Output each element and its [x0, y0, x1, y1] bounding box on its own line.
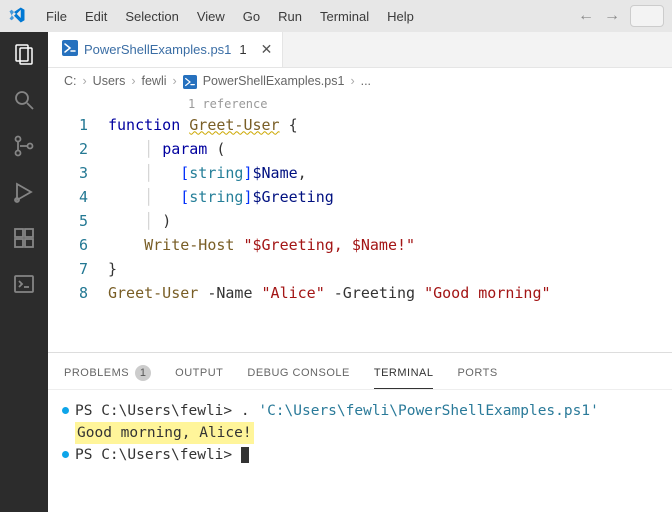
breadcrumb[interactable]: C:› Users› fewli› PowerShellExamples.ps1… [48, 68, 672, 95]
menu-file[interactable]: File [38, 5, 75, 28]
menu-terminal[interactable]: Terminal [312, 5, 377, 28]
tab-debug-console[interactable]: DEBUG CONSOLE [247, 361, 349, 389]
crumb-file[interactable]: PowerShellExamples.ps1 [203, 74, 345, 88]
menu-edit[interactable]: Edit [77, 5, 115, 28]
run-debug-icon[interactable] [12, 180, 36, 204]
command-center[interactable] [630, 5, 664, 27]
nav-forward-icon[interactable]: → [604, 7, 620, 25]
line-number: 3 [48, 161, 108, 185]
close-icon[interactable]: ✕ [261, 41, 273, 58]
menu-help[interactable]: Help [379, 5, 422, 28]
tab-ports[interactable]: PORTS [457, 361, 497, 389]
menu-selection[interactable]: Selection [117, 5, 186, 28]
menu-run[interactable]: Run [270, 5, 310, 28]
cursor-icon [241, 447, 249, 463]
prompt-indicator-icon [62, 407, 69, 414]
explorer-icon[interactable] [12, 42, 36, 66]
line-number: 7 [48, 257, 108, 281]
menu-go[interactable]: Go [235, 5, 268, 28]
line-number: 5 [48, 209, 108, 233]
panel-tabs: PROBLEMS1 OUTPUT DEBUG CONSOLE TERMINAL … [48, 353, 672, 390]
terminal[interactable]: PS C:\Users\fewli> . 'C:\Users\fewli\Pow… [48, 390, 672, 512]
crumb-more[interactable]: ... [361, 74, 371, 88]
terminal-panel-icon[interactable] [12, 272, 36, 296]
activity-bar [0, 32, 48, 512]
line-number: 6 [48, 233, 108, 257]
crumb-drive[interactable]: C: [64, 74, 77, 88]
codelens-references[interactable]: 1 reference [48, 95, 672, 113]
search-icon[interactable] [12, 88, 36, 112]
source-control-icon[interactable] [12, 134, 36, 158]
bottom-panel: PROBLEMS1 OUTPUT DEBUG CONSOLE TERMINAL … [48, 352, 672, 512]
crumb-user[interactable]: fewli [142, 74, 167, 88]
powershell-file-icon [62, 40, 78, 59]
vscode-logo-icon [8, 6, 26, 27]
prompt-indicator-icon [62, 451, 69, 458]
tab-terminal[interactable]: TERMINAL [374, 361, 434, 389]
tab-output[interactable]: OUTPUT [175, 361, 223, 389]
terminal-output: Good morning, Alice! [75, 422, 254, 444]
line-number: 2 [48, 137, 108, 161]
tab-label: PowerShellExamples.ps1 [84, 42, 231, 57]
menu-view[interactable]: View [189, 5, 233, 28]
extensions-icon[interactable] [12, 226, 36, 250]
line-number: 4 [48, 185, 108, 209]
nav-back-icon[interactable]: ← [578, 7, 594, 25]
code-editor[interactable]: 1 reference 1function Greet-User { 2 │ p… [48, 95, 672, 352]
menu-bar: File Edit Selection View Go Run Terminal… [38, 5, 422, 28]
tab-problems[interactable]: PROBLEMS1 [64, 361, 151, 389]
title-bar: File Edit Selection View Go Run Terminal… [0, 0, 672, 32]
line-number: 1 [48, 113, 108, 137]
powershell-file-icon [183, 74, 197, 89]
tab-dirty-indicator: 1 [239, 42, 246, 57]
editor-tabs: PowerShellExamples.ps1 1 ✕ [48, 32, 672, 68]
tab-powershellexamples[interactable]: PowerShellExamples.ps1 1 ✕ [48, 32, 283, 67]
crumb-users[interactable]: Users [93, 74, 126, 88]
line-number: 8 [48, 281, 108, 305]
problems-badge: 1 [135, 365, 151, 381]
